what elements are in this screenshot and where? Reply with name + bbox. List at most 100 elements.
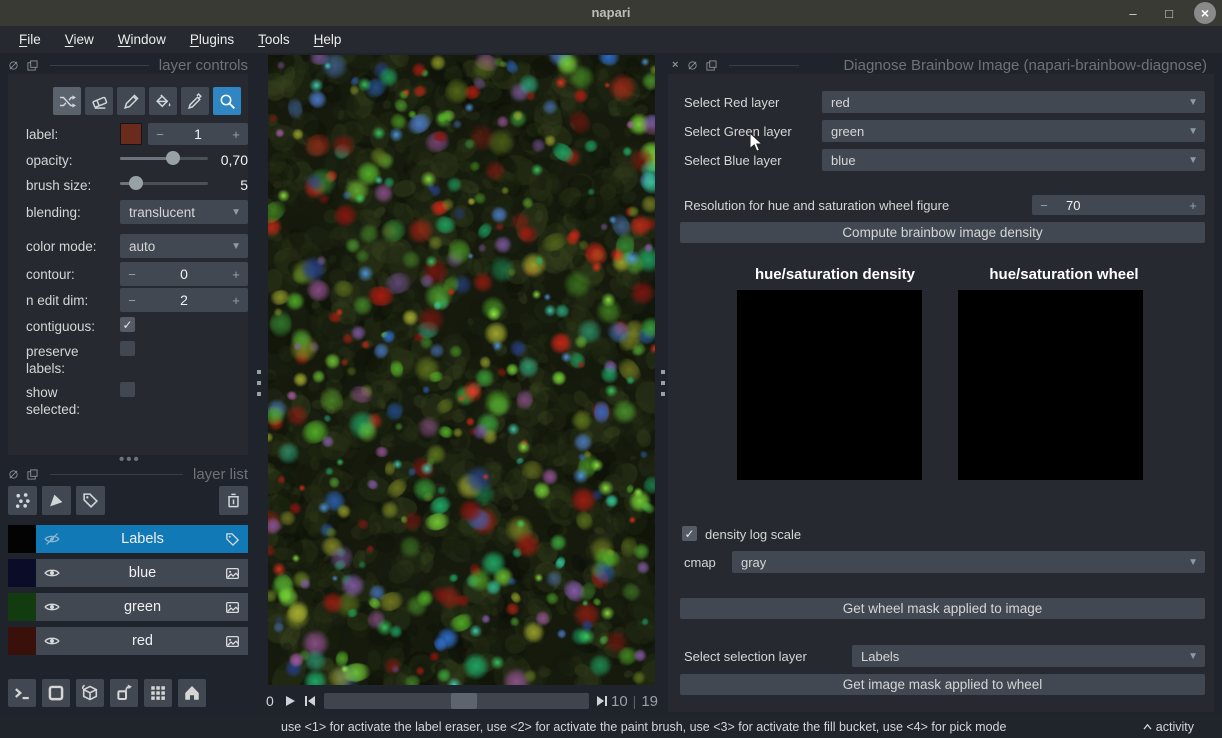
color-mode-dropdown[interactable]: auto ▼ (120, 234, 248, 258)
splitter-handle[interactable] (661, 370, 665, 396)
play-icon[interactable] (280, 695, 300, 707)
layer-row-red[interactable]: red (8, 627, 248, 655)
hide-dock-icon[interactable] (687, 60, 698, 71)
wheel-figure-title: hue/saturation wheel (989, 266, 1139, 283)
label-color-swatch[interactable] (120, 123, 142, 145)
menu-file[interactable]: File (8, 28, 52, 51)
layer-row-labels[interactable]: Labels (8, 525, 248, 553)
menu-window[interactable]: Window (107, 28, 177, 51)
green-layer-dropdown[interactable]: green ▼ (822, 120, 1205, 142)
eye-icon[interactable] (44, 565, 60, 581)
contour-value[interactable]: 0 (144, 266, 224, 282)
chevron-down-icon: ▼ (1188, 556, 1198, 568)
menu-plugins[interactable]: Plugins (179, 28, 245, 51)
eye-icon[interactable] (44, 633, 60, 649)
splitter-handle[interactable] (257, 370, 261, 396)
increment-icon[interactable]: + (1181, 198, 1205, 213)
layer-row-blue[interactable]: blue (8, 559, 248, 587)
image-canvas[interactable] (268, 55, 655, 685)
show-selected-checkbox[interactable] (120, 382, 135, 397)
decrement-icon[interactable]: − (120, 267, 144, 282)
density-log-checkbox[interactable]: ✓ (682, 526, 697, 541)
selection-layer-dropdown[interactable]: Labels ▼ (852, 645, 1205, 667)
opacity-value: 0,70 (220, 152, 248, 168)
label-spinbox[interactable]: − 1 + (148, 123, 248, 145)
frame-slider[interactable] (324, 693, 589, 709)
wheel-mask-button[interactable]: Get wheel mask applied to image (680, 598, 1205, 619)
layer-list-header: layer list (8, 466, 248, 483)
menu-help[interactable]: Help (303, 28, 353, 51)
color-mode-value: auto (129, 238, 156, 254)
n-edit-dim-spinbox[interactable]: − 2 + (120, 288, 248, 312)
menu-tools[interactable]: Tools (247, 28, 301, 51)
new-labels-layer-button[interactable] (76, 486, 105, 515)
contiguous-checkbox[interactable]: ✓ (120, 317, 135, 332)
close-button[interactable]: × (1194, 2, 1216, 24)
color-picker-button[interactable] (181, 87, 209, 115)
cmap-label: cmap (684, 555, 716, 570)
wheel-figure (958, 290, 1143, 480)
activity-toggle[interactable]: activity (1143, 720, 1194, 734)
paint-brush-button[interactable] (117, 87, 145, 115)
maximize-button[interactable]: □ (1158, 2, 1180, 24)
decrement-icon[interactable]: − (148, 127, 172, 142)
layer-controls-panel: label: − 1 + opacity: 0,70 brush size: 5… (8, 74, 248, 455)
hide-dock-icon[interactable] (8, 60, 19, 71)
chevron-down-icon: ▼ (1188, 154, 1198, 166)
resolution-spinbox[interactable]: − 70 + (1032, 195, 1205, 215)
float-dock-icon[interactable] (27, 59, 38, 71)
n-edit-dim-value[interactable]: 2 (144, 292, 224, 308)
new-points-layer-button[interactable] (8, 486, 37, 515)
image-mask-button[interactable]: Get image mask applied to wheel (680, 674, 1205, 695)
toggle-ndisplay-button[interactable] (42, 679, 70, 707)
grid-view-button[interactable] (144, 679, 172, 707)
brush-size-value: 5 (240, 177, 248, 193)
resolution-value[interactable]: 70 (1056, 198, 1181, 213)
blending-dropdown[interactable]: translucent ▼ (120, 200, 248, 224)
compute-density-button[interactable]: Compute brainbow image density (680, 222, 1205, 243)
console-button[interactable] (8, 679, 36, 707)
eraser-button[interactable] (85, 87, 113, 115)
cmap-dropdown[interactable]: gray ▼ (732, 551, 1205, 573)
float-dock-icon[interactable] (706, 59, 717, 71)
contour-spinbox[interactable]: − 0 + (120, 262, 248, 286)
decrement-icon[interactable]: − (1032, 198, 1056, 213)
opacity-slider[interactable] (120, 149, 208, 167)
label-value[interactable]: 1 (172, 126, 224, 142)
increment-icon[interactable]: + (224, 127, 248, 142)
total-frames: 19 (641, 692, 658, 710)
home-button[interactable] (178, 679, 206, 707)
frame-slider-handle[interactable] (451, 693, 478, 709)
first-frame-icon[interactable] (300, 695, 320, 707)
activity-label: activity (1155, 719, 1194, 734)
increment-icon[interactable]: + (224, 267, 248, 282)
hide-dock-icon[interactable] (8, 469, 19, 480)
shuffle-colors-button[interactable] (53, 87, 81, 115)
eye-slash-icon[interactable] (44, 531, 60, 547)
blue-layer-dropdown[interactable]: blue ▼ (822, 149, 1205, 171)
decrement-icon[interactable]: − (120, 293, 144, 308)
close-dock-icon[interactable]: × (672, 59, 678, 71)
eye-icon[interactable] (44, 599, 60, 615)
label-field-label: label: (26, 127, 59, 142)
new-shapes-layer-button[interactable] (42, 486, 71, 515)
zoom-pan-button[interactable] (213, 87, 241, 115)
minimize-button[interactable]: – (1122, 2, 1144, 24)
red-layer-dropdown[interactable]: red ▼ (822, 91, 1205, 113)
brush-size-slider[interactable] (120, 174, 208, 192)
increment-icon[interactable]: + (224, 293, 248, 308)
float-dock-icon[interactable] (27, 468, 38, 480)
menu-view[interactable]: View (54, 28, 105, 51)
transpose-dimensions-button[interactable] (110, 679, 138, 707)
layer-thumbnail (8, 559, 36, 587)
delete-layer-button[interactable] (219, 486, 248, 515)
preserve-labels-checkbox[interactable] (120, 341, 135, 356)
density-log-label: density log scale (705, 527, 802, 542)
layer-name: Labels (121, 531, 164, 547)
axis-label: 0 (266, 693, 274, 709)
last-frame-icon[interactable] (593, 695, 611, 707)
roll-dimensions-button[interactable] (76, 679, 104, 707)
window-title: napari (591, 5, 631, 20)
fill-bucket-button[interactable] (149, 87, 177, 115)
layer-row-green[interactable]: green (8, 593, 248, 621)
